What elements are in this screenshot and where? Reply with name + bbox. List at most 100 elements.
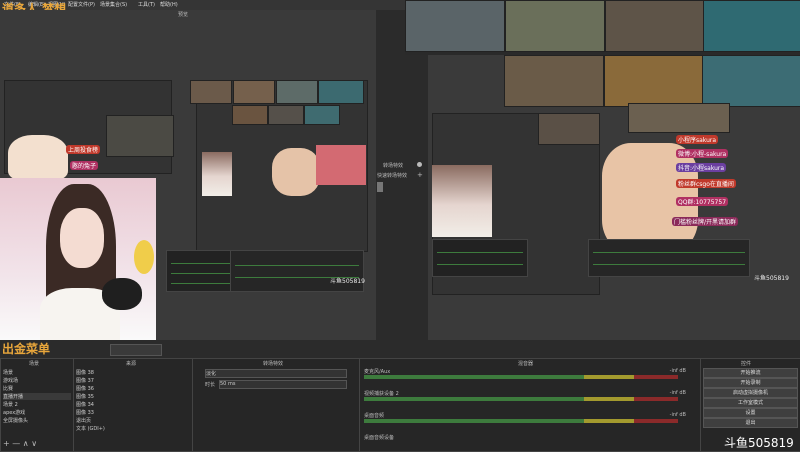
source-item[interactable]: 图像 33	[76, 409, 186, 416]
scene-item-selected[interactable]: 直播开播	[3, 393, 71, 400]
video-thumb	[605, 0, 705, 52]
social-line-1: 小程序sakura	[676, 135, 719, 144]
anime-girl-sticker	[8, 135, 68, 180]
anime-sticker	[272, 148, 320, 196]
mixer-title: 混音器	[518, 361, 534, 367]
scene-item[interactable]: 比赛	[3, 385, 71, 392]
controls-title: 控件	[741, 361, 752, 367]
virtual-camera-button[interactable]: 启动虚拟摄像机	[703, 388, 798, 398]
menu-tools[interactable]: 工具(T)	[138, 1, 155, 8]
source-item[interactable]: 图像 37	[76, 377, 186, 384]
plus-icon[interactable]: +	[417, 171, 423, 179]
nested-mixer-program	[432, 239, 528, 277]
webcam-feed	[0, 178, 156, 340]
mixer-row-db: -inf dB	[669, 412, 686, 418]
scenes-panel: 场景 场景 游戏场 比赛 直播开播 场景 2 apex游戏 全屏摄像头 + — …	[0, 358, 74, 452]
scene-item[interactable]: 场景	[3, 369, 71, 376]
mixer-row: 视频捕获设备 2 -inf dB	[364, 390, 696, 404]
face	[60, 208, 104, 268]
quick-transition-label: 快速转场特效	[377, 173, 408, 179]
social-line-3: 抖音:小程sakura	[676, 163, 727, 172]
video-thumb	[233, 80, 275, 104]
video-thumb	[703, 0, 800, 52]
scenes-footer-icons[interactable]: + — ∧ ∨	[3, 439, 37, 448]
mixer-row: 麦克风/Aux -inf dB	[364, 368, 696, 382]
mixer-row: 桌面音频设备	[364, 434, 696, 448]
transitions-title: 转场特效	[263, 361, 284, 367]
settings-button[interactable]: 设置	[703, 408, 798, 418]
video-thumb	[504, 55, 604, 107]
mixer-row: 桌面音频 -inf dB	[364, 412, 696, 426]
video-thumb	[628, 103, 730, 133]
volume-meter	[364, 419, 678, 423]
start-streaming-button[interactable]: 开始推流	[703, 368, 798, 378]
streamer-thumbnail-program	[432, 165, 492, 237]
nested-mixer-2	[230, 250, 364, 292]
video-thumb	[268, 105, 304, 125]
video-thumb	[604, 55, 704, 107]
watermark-bottom: 斗鱼505819	[724, 436, 794, 450]
video-thumb	[405, 0, 505, 52]
transition-column: 转场特效 快速转场特效 +	[377, 160, 427, 200]
source-item[interactable]: 图像 36	[76, 385, 186, 392]
transition-label: 转场特效	[383, 163, 404, 169]
mixer-row-name: 麦克风/Aux	[364, 369, 391, 375]
scene-item[interactable]: apex游戏	[3, 409, 71, 416]
transition-button[interactable]	[377, 182, 383, 192]
gear-icon[interactable]	[417, 162, 422, 167]
plush-decoration	[134, 240, 154, 274]
preview-toolbar[interactable]	[110, 344, 162, 356]
source-item[interactable]: 退出页	[76, 417, 186, 424]
scene-item[interactable]: 游戏场	[3, 377, 71, 384]
video-thumb	[276, 80, 318, 104]
mixer-row-name: 桌面音频设备	[364, 435, 395, 441]
scene-item[interactable]: 场景 2	[3, 401, 71, 408]
scene-item[interactable]: 全屏摄像头	[3, 417, 71, 424]
menu-profile[interactable]: 配置文件(P)	[68, 1, 95, 8]
banner-line-2: 憨的兔子	[70, 161, 99, 170]
preview-label: 预览	[178, 12, 189, 18]
video-thumb	[538, 113, 600, 145]
video-thumb	[304, 105, 340, 125]
streamer-thumbnail	[202, 152, 232, 196]
gift-banner: 上周投食榜 憨的兔子	[66, 145, 170, 177]
social-info-banner: 小程序sakura 微博:小程-sakura 抖音:小程sakura 粉丝群cs…	[672, 135, 800, 235]
video-thumb	[318, 80, 364, 104]
social-line-5: QQ群:10775757	[676, 197, 729, 206]
mixer-panel: 混音器 麦克风/Aux -inf dB 视频捕获设备 2 -inf dB 桌面音…	[359, 358, 701, 452]
video-thumb	[190, 80, 232, 104]
info-banner-small	[316, 145, 366, 185]
social-line-4: 粉丝群csgo在直播间	[676, 179, 736, 188]
menu-scene-collection[interactable]: 场景集合(S)	[100, 1, 127, 8]
social-line-2: 微博:小程-sakura	[676, 149, 729, 158]
source-item[interactable]: 图像 34	[76, 401, 186, 408]
watermark-preview: 斗鱼505819	[330, 278, 365, 285]
start-recording-button[interactable]: 开始录制	[703, 378, 798, 388]
scenes-title: 场景	[29, 361, 40, 367]
mixer-row-db: -inf dB	[669, 390, 686, 396]
volume-meter	[364, 375, 678, 379]
microphone	[102, 278, 142, 310]
studio-mode-button[interactable]: 工作室模式	[703, 398, 798, 408]
exit-button[interactable]: 退出	[703, 418, 798, 428]
duration-label: 时长	[205, 382, 216, 388]
source-item[interactable]: 图像 38	[76, 369, 186, 376]
video-thumb	[505, 0, 605, 52]
sources-title: 来源	[126, 361, 137, 367]
duration-input[interactable]: 50 ms	[219, 380, 347, 389]
menu-help[interactable]: 帮助(H)	[160, 1, 178, 8]
video-thumb	[702, 55, 800, 107]
source-item[interactable]: 文本 (GDI+)	[76, 425, 186, 432]
volume-meter	[364, 397, 678, 401]
source-item[interactable]: 图像 35	[76, 393, 186, 400]
mixer-row-name: 桌面音频	[364, 413, 385, 419]
mixer-row-db: -inf dB	[669, 368, 686, 374]
video-thumb	[232, 105, 268, 125]
banner-line-1: 上周投食榜	[66, 145, 101, 154]
transitions-panel: 转场特效 淡化 时长 50 ms	[192, 358, 360, 452]
program-top-strip	[405, 0, 800, 55]
social-line-6: 门槛粉丝牌/开黑请加群	[672, 217, 739, 226]
watermark-program: 斗鱼505819	[754, 275, 789, 282]
transition-type-select[interactable]: 淡化	[205, 369, 347, 378]
mixer-row-name: 视频捕获设备 2	[364, 391, 399, 397]
